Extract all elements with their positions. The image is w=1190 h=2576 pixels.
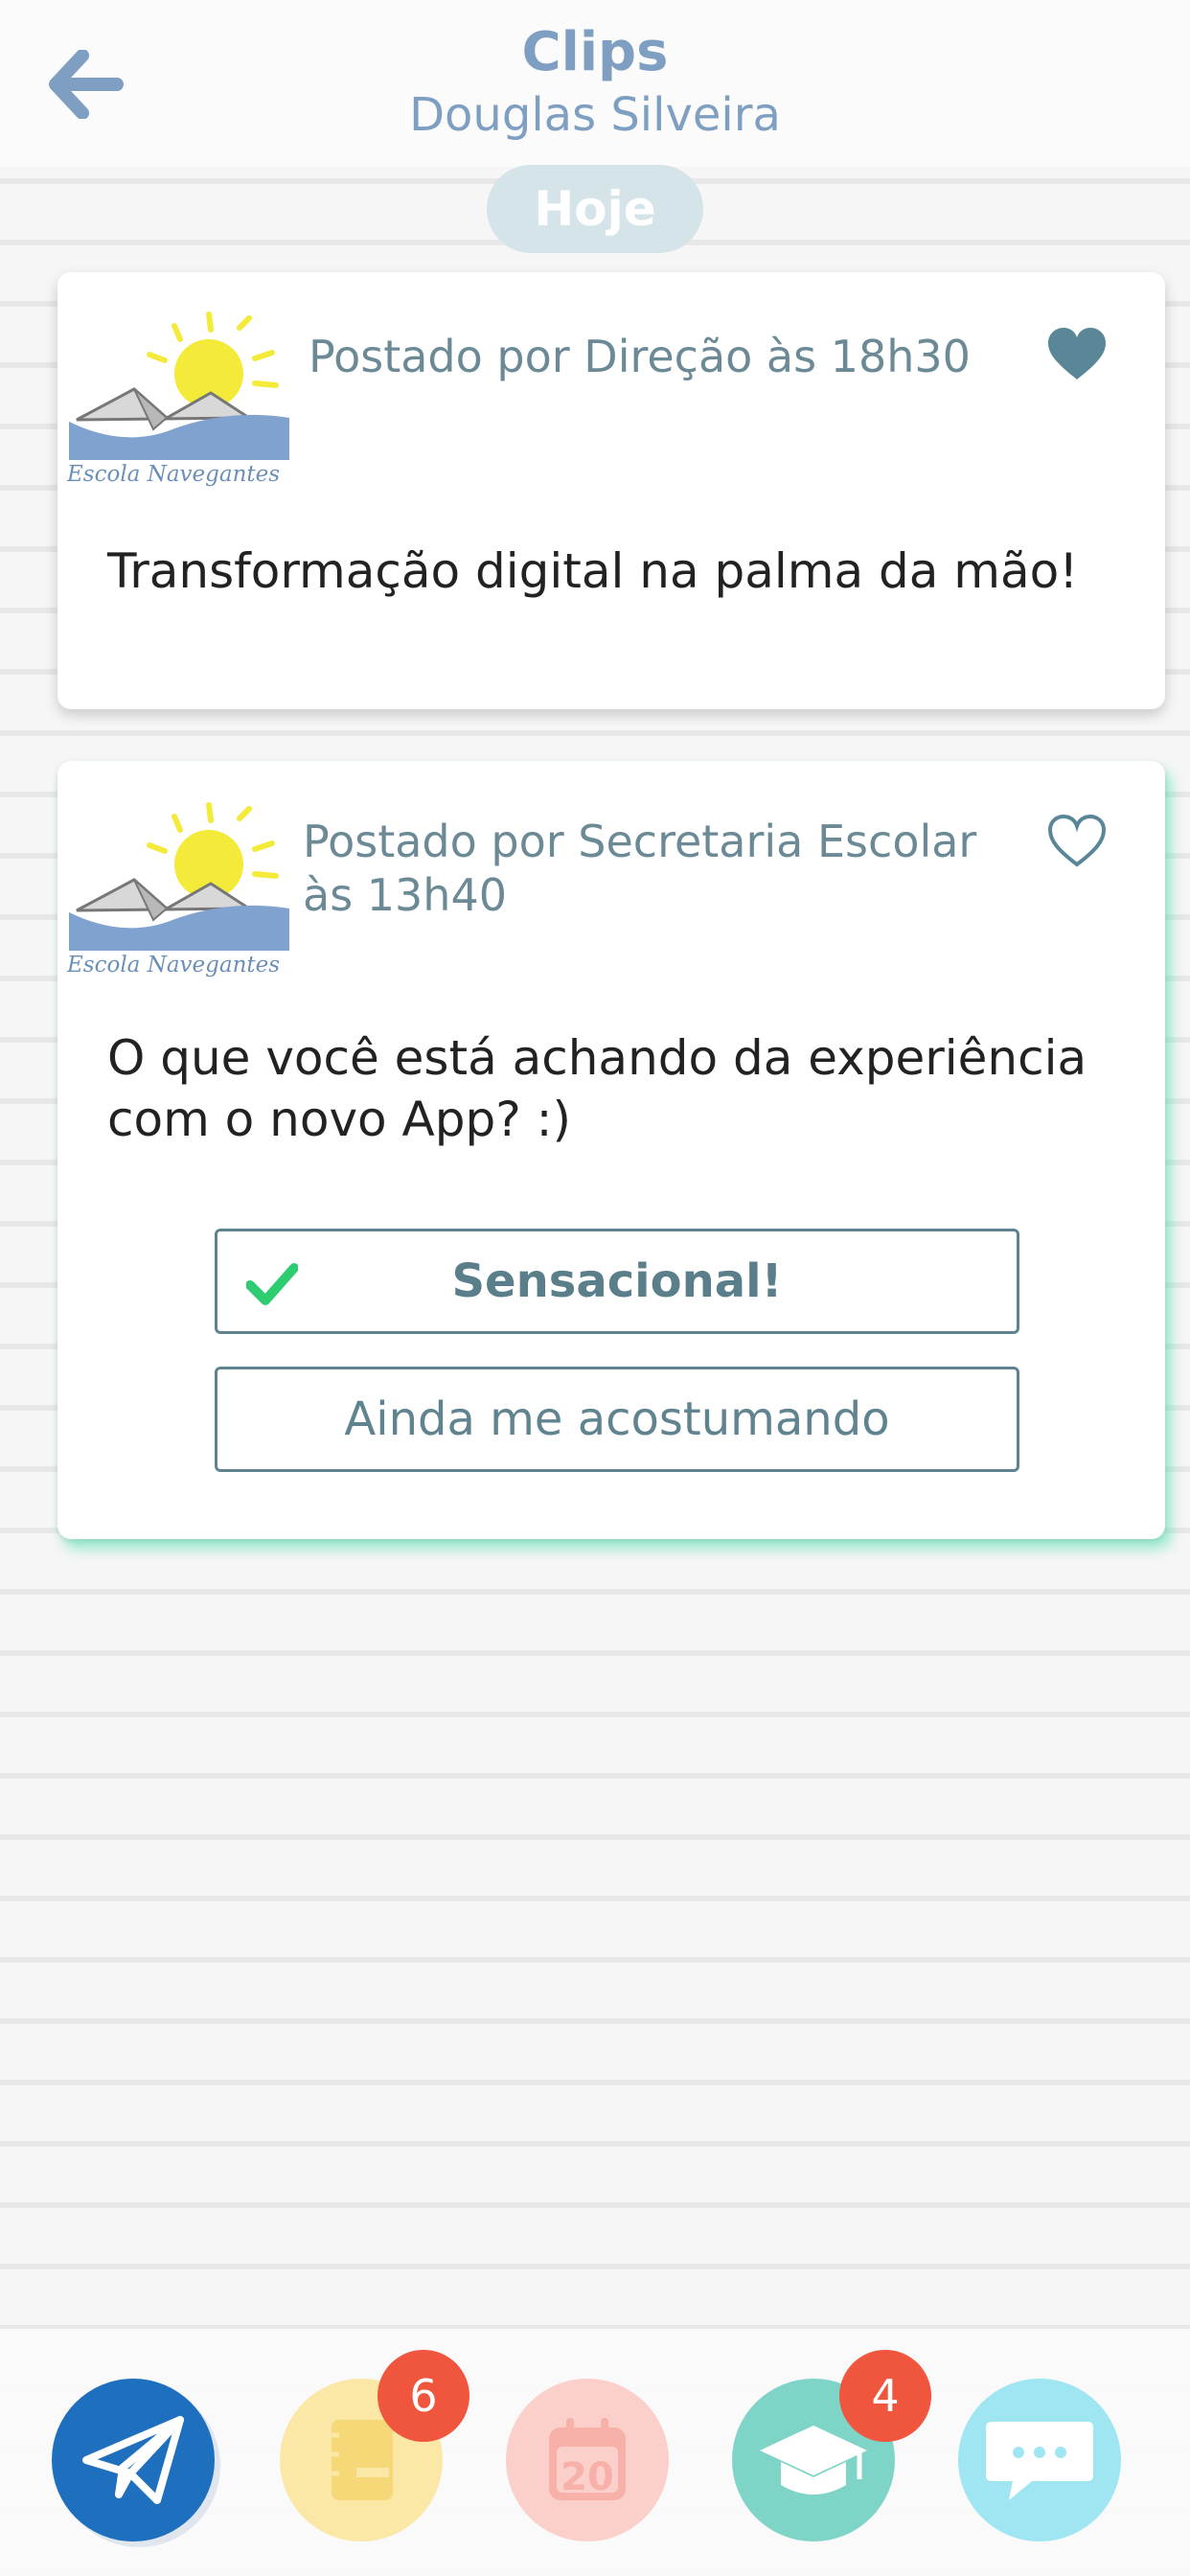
courses-badge: 4 — [839, 2350, 931, 2442]
post-time: às 13h40 — [303, 869, 507, 921]
post-author: Postado por Secretaria Escolar — [303, 816, 977, 867]
post-text: Transformação digital na palma da mão! — [107, 543, 1079, 599]
post-text-line: com o novo App? :) — [107, 1092, 571, 1147]
page-title: Clips — [521, 21, 669, 83]
post-text-line: O que você está achando da experiência — [107, 1030, 1087, 1086]
page-subtitle: Douglas Silveira — [409, 88, 781, 142]
heart-outline-icon — [1047, 814, 1107, 867]
chat-bubble-icon — [986, 2422, 1093, 2500]
poll-card: Escola Navegantes Postado por Secretaria… — [57, 761, 1165, 1539]
heart-filled-icon — [1048, 328, 1106, 380]
like-button[interactable] — [1046, 813, 1108, 870]
top-bar: Clips Douglas Silveira — [0, 0, 1190, 167]
school-logo: Escola Navegantes — [67, 305, 297, 487]
poll-option-sensacional[interactable]: Sensacional! — [215, 1229, 1019, 1334]
school-logo: Escola Navegantes — [67, 795, 297, 978]
check-icon — [246, 1263, 298, 1305]
date-separator: Hoje — [487, 165, 703, 253]
post-card: Escola Navegantes Postado por Direção às… — [57, 272, 1165, 709]
calendar-day: 20 — [561, 2455, 614, 2499]
poll-option-label: Ainda me acostumando — [344, 1392, 890, 1446]
poll-option-label: Sensacional! — [451, 1254, 783, 1308]
like-button[interactable] — [1046, 326, 1108, 383]
school-logo-caption: Escola Navegantes — [67, 953, 281, 978]
nav-calendar-button[interactable]: 20 — [506, 2379, 669, 2542]
paper-plane-icon — [82, 2416, 184, 2504]
paper-boat-sun-icon — [69, 802, 289, 951]
paper-boat-sun-icon — [69, 311, 289, 460]
post-author-time: Postado por Direção às 18h30 — [309, 331, 971, 382]
nav-chat-button[interactable] — [958, 2379, 1121, 2542]
nav-send-button[interactable] — [52, 2379, 215, 2542]
school-logo-caption: Escola Navegantes — [67, 462, 281, 487]
notebook-badge: 6 — [378, 2350, 469, 2442]
poll-option-acostumando[interactable]: Ainda me acostumando — [215, 1367, 1019, 1472]
